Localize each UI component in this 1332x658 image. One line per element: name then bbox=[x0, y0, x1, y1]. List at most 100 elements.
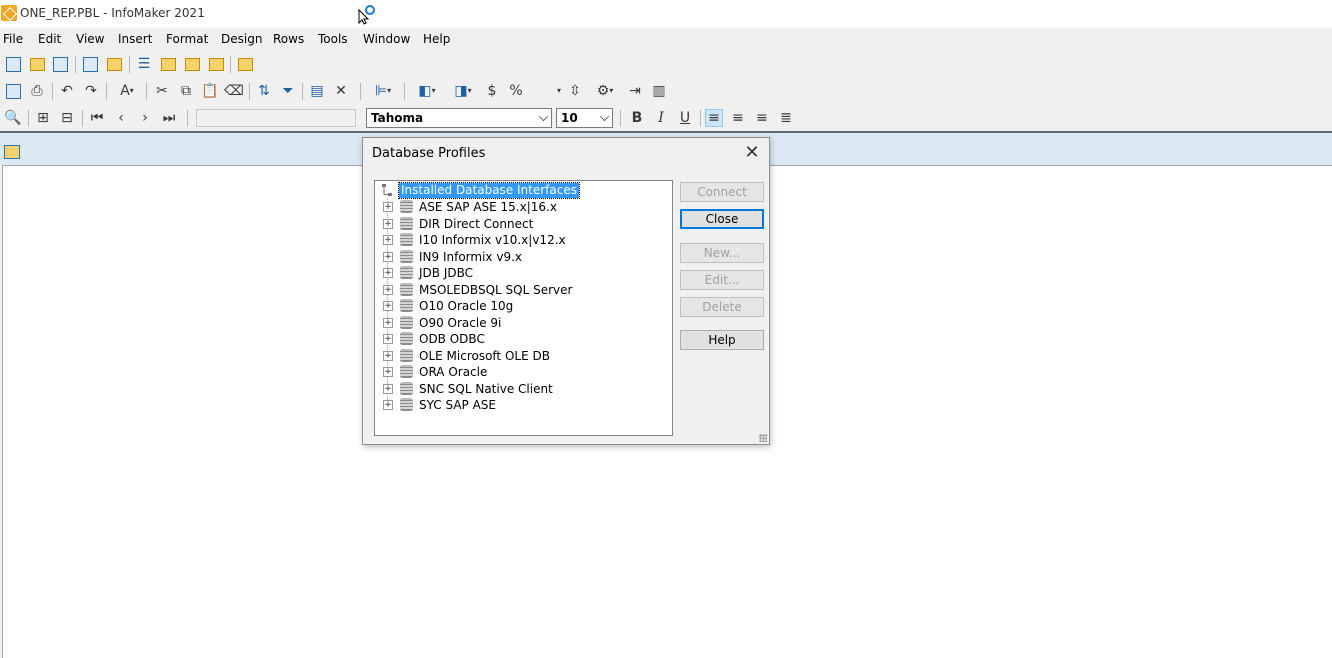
delete-row-icon[interactable]: ⊟ bbox=[58, 109, 76, 127]
tree-item-label: O90 Oracle 9i bbox=[419, 315, 502, 330]
new-icon[interactable] bbox=[4, 55, 22, 73]
filter-icon[interactable]: ⏷ bbox=[279, 82, 297, 100]
save-icon[interactable] bbox=[4, 82, 22, 100]
toolbar-painterbar: ☰ bbox=[0, 52, 270, 76]
bold-button[interactable]: B bbox=[628, 109, 646, 127]
delete-icon[interactable]: ✕ bbox=[332, 82, 350, 100]
cut-icon[interactable]: ✂ bbox=[153, 82, 171, 100]
toolbar-separator bbox=[360, 83, 361, 100]
resize-grip-icon[interactable] bbox=[759, 434, 767, 442]
print-icon[interactable]: ⎙ bbox=[28, 82, 46, 100]
menu-insert[interactable]: Insert bbox=[118, 32, 152, 46]
menu-tools[interactable]: Tools bbox=[318, 32, 348, 46]
help-button[interactable]: Help bbox=[680, 330, 764, 350]
expand-icon[interactable]: + bbox=[383, 301, 393, 311]
undo-icon[interactable]: ↶ bbox=[58, 82, 76, 100]
expand-icon[interactable]: + bbox=[383, 268, 393, 278]
expand-icon[interactable]: + bbox=[383, 400, 393, 410]
database-icon[interactable] bbox=[207, 55, 225, 73]
font-name-combo[interactable]: Tahoma bbox=[366, 108, 552, 128]
connect-button[interactable]: Connect bbox=[680, 182, 764, 202]
prior-page-icon[interactable]: ‹ bbox=[112, 109, 130, 127]
menu-format[interactable]: Format bbox=[166, 32, 208, 46]
layer-icon[interactable]: ⚙ ▾ bbox=[590, 82, 620, 100]
insert-row-icon[interactable]: ⊞ bbox=[34, 109, 52, 127]
database-icon bbox=[400, 282, 413, 296]
align-objects-icon[interactable]: ⊫ ▾ bbox=[368, 82, 398, 100]
menu-file[interactable]: File bbox=[3, 32, 23, 46]
tree-item-label: SNC SQL Native Client bbox=[419, 381, 553, 396]
space-objects-icon[interactable]: ◧ ▾ bbox=[412, 82, 442, 100]
title-bar: ONE_REP.PBL - InfoMaker 2021 bbox=[0, 0, 1332, 28]
italic-button[interactable]: I bbox=[652, 109, 670, 127]
sort-icon[interactable]: ⇅ bbox=[255, 82, 273, 100]
delete-profile-button[interactable]: Delete bbox=[680, 297, 764, 317]
toolbar-separator bbox=[230, 56, 231, 73]
last-page-icon[interactable]: ⏭ bbox=[160, 109, 178, 127]
redo-icon[interactable]: ↷ bbox=[82, 82, 100, 100]
library-painter-icon[interactable] bbox=[51, 55, 69, 73]
tree-item-label: OLE Microsoft OLE DB bbox=[419, 348, 550, 363]
text-color-icon[interactable]: A ▾ bbox=[112, 82, 142, 100]
expand-icon[interactable]: + bbox=[383, 284, 393, 295]
database-icon bbox=[400, 299, 413, 312]
columns-icon[interactable]: ▥ bbox=[650, 82, 668, 100]
tab-order-icon[interactable]: ⇳ bbox=[566, 82, 584, 100]
zoom-icon[interactable]: 🔍 bbox=[4, 109, 22, 127]
align-left-button[interactable]: ≡ bbox=[705, 109, 723, 127]
paste-icon[interactable]: 📋 bbox=[201, 82, 219, 100]
expand-icon[interactable]: + bbox=[383, 218, 393, 229]
list-icon[interactable]: ☰ bbox=[135, 55, 153, 73]
percent-format-icon[interactable]: % bbox=[507, 82, 525, 100]
expand-icon[interactable]: + bbox=[383, 317, 393, 328]
query-icon[interactable] bbox=[183, 55, 201, 73]
toolbar-separator bbox=[404, 83, 405, 100]
tree-item-label: DIR Direct Connect bbox=[419, 216, 534, 231]
menu-help[interactable]: Help bbox=[423, 32, 450, 46]
copy-icon[interactable]: ⧉ bbox=[177, 82, 195, 100]
style-combo[interactable] bbox=[196, 109, 356, 127]
next-page-icon[interactable]: › bbox=[136, 109, 154, 127]
expand-icon[interactable]: + bbox=[383, 334, 393, 344]
expand-icon[interactable]: + bbox=[383, 383, 393, 394]
align-center-button[interactable]: ≡ bbox=[729, 109, 747, 127]
pipeline-icon[interactable] bbox=[159, 55, 177, 73]
justify-button[interactable]: ≣ bbox=[777, 109, 795, 127]
currency-format-icon[interactable]: $ bbox=[483, 82, 501, 100]
close-icon[interactable]: ✕ bbox=[743, 144, 761, 162]
menu-edit[interactable]: Edit bbox=[38, 32, 61, 46]
tree-root-installed-interfaces[interactable]: Installed Database Interfaces bbox=[398, 182, 580, 199]
close-button[interactable]: Close bbox=[680, 209, 764, 229]
align-right-button[interactable]: ≡ bbox=[753, 109, 771, 127]
exit-icon[interactable] bbox=[236, 55, 254, 73]
toolbar-styles: ⎙ ↶ ↷ A ▾ ✂ ⧉ 📋 ⌫ ⇅ ⏷ ▤ ✕ ⊫ ▾ ◧ ▾ ◨ ▾ $ % ▾ … bbox=[0, 79, 680, 103]
expand-icon[interactable]: + bbox=[383, 251, 393, 262]
window-icon[interactable] bbox=[4, 145, 20, 159]
underline-button[interactable]: U bbox=[676, 109, 694, 127]
toolbar-separator bbox=[187, 110, 188, 127]
properties-icon[interactable]: ▤ bbox=[308, 82, 326, 100]
new-profile-button[interactable]: New... bbox=[680, 243, 764, 263]
report-painter-icon[interactable] bbox=[81, 55, 99, 73]
menu-window[interactable]: Window bbox=[363, 32, 410, 46]
menu-rows[interactable]: Rows bbox=[273, 32, 304, 46]
slide-icon[interactable]: ⇥ bbox=[626, 82, 644, 100]
database-interfaces-tree[interactable]: Installed Database Interfaces + ASE SAP A… bbox=[374, 180, 673, 436]
expand-icon[interactable]: + bbox=[383, 202, 393, 212]
database-icon bbox=[400, 266, 413, 279]
edit-profile-button[interactable]: Edit... bbox=[680, 270, 764, 290]
first-page-icon[interactable]: ⏮ bbox=[88, 109, 106, 127]
expand-icon[interactable]: + bbox=[383, 367, 393, 377]
expand-icon[interactable]: + bbox=[383, 350, 393, 361]
clear-icon[interactable]: ⌫ bbox=[224, 82, 244, 100]
expand-icon[interactable]: + bbox=[383, 235, 393, 245]
size-objects-icon[interactable]: ◨ ▾ bbox=[448, 82, 478, 100]
toolbar-separator bbox=[28, 110, 29, 127]
run-report-icon[interactable] bbox=[105, 55, 123, 73]
open-folder-icon[interactable] bbox=[28, 55, 46, 73]
menu-design[interactable]: Design bbox=[221, 32, 262, 46]
database-icon bbox=[400, 315, 413, 329]
menu-view[interactable]: View bbox=[76, 32, 104, 46]
database-icon bbox=[400, 216, 413, 230]
font-size-combo[interactable]: 10 bbox=[556, 108, 613, 128]
